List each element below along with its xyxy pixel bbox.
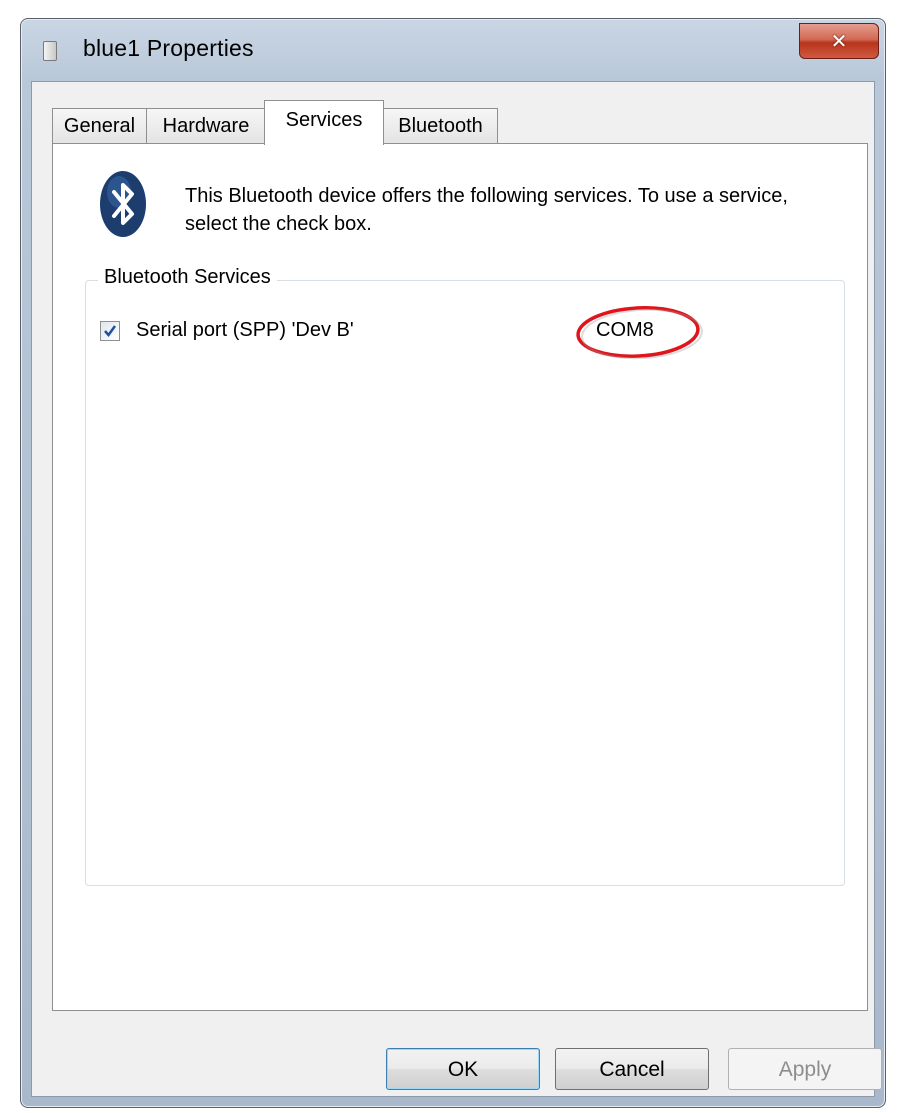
apply-button[interactable]: Apply — [728, 1048, 882, 1090]
close-button[interactable]: ✕ — [799, 23, 879, 59]
cancel-button[interactable]: Cancel — [555, 1048, 709, 1090]
window-title: blue1 Properties — [83, 35, 254, 61]
tab-services[interactable]: Services — [264, 100, 384, 145]
bluetooth-services-group: Bluetooth Services Serial port (SPP) 'De… — [85, 266, 845, 886]
service-label: Serial port (SPP) 'Dev B' — [136, 319, 354, 341]
ok-button[interactable]: OK — [386, 1048, 540, 1090]
tab-hardware[interactable]: Hardware — [146, 108, 266, 143]
service-checkbox[interactable] — [100, 321, 120, 341]
services-description: This Bluetooth device offers the followi… — [185, 185, 788, 235]
tab-general[interactable]: General — [52, 108, 147, 143]
tab-bluetooth[interactable]: Bluetooth — [383, 108, 498, 143]
services-tab-page: This Bluetooth device offers the followi… — [52, 143, 868, 1011]
title-bar[interactable]: blue1 Properties ✕ — [21, 19, 885, 81]
properties-dialog: blue1 Properties ✕ General Hardware Serv… — [20, 18, 886, 1108]
bluetooth-icon — [100, 171, 146, 237]
checkmark-icon — [104, 325, 117, 338]
device-icon — [43, 41, 57, 61]
service-item[interactable]: Serial port (SPP) 'Dev B' COM8 — [100, 306, 800, 360]
group-title: Bluetooth Services — [98, 266, 277, 289]
com-port-label: COM8 — [596, 319, 654, 341]
dialog-client-area: General Hardware Services Bluetooth This… — [31, 81, 882, 1097]
close-icon: ✕ — [830, 29, 848, 53]
